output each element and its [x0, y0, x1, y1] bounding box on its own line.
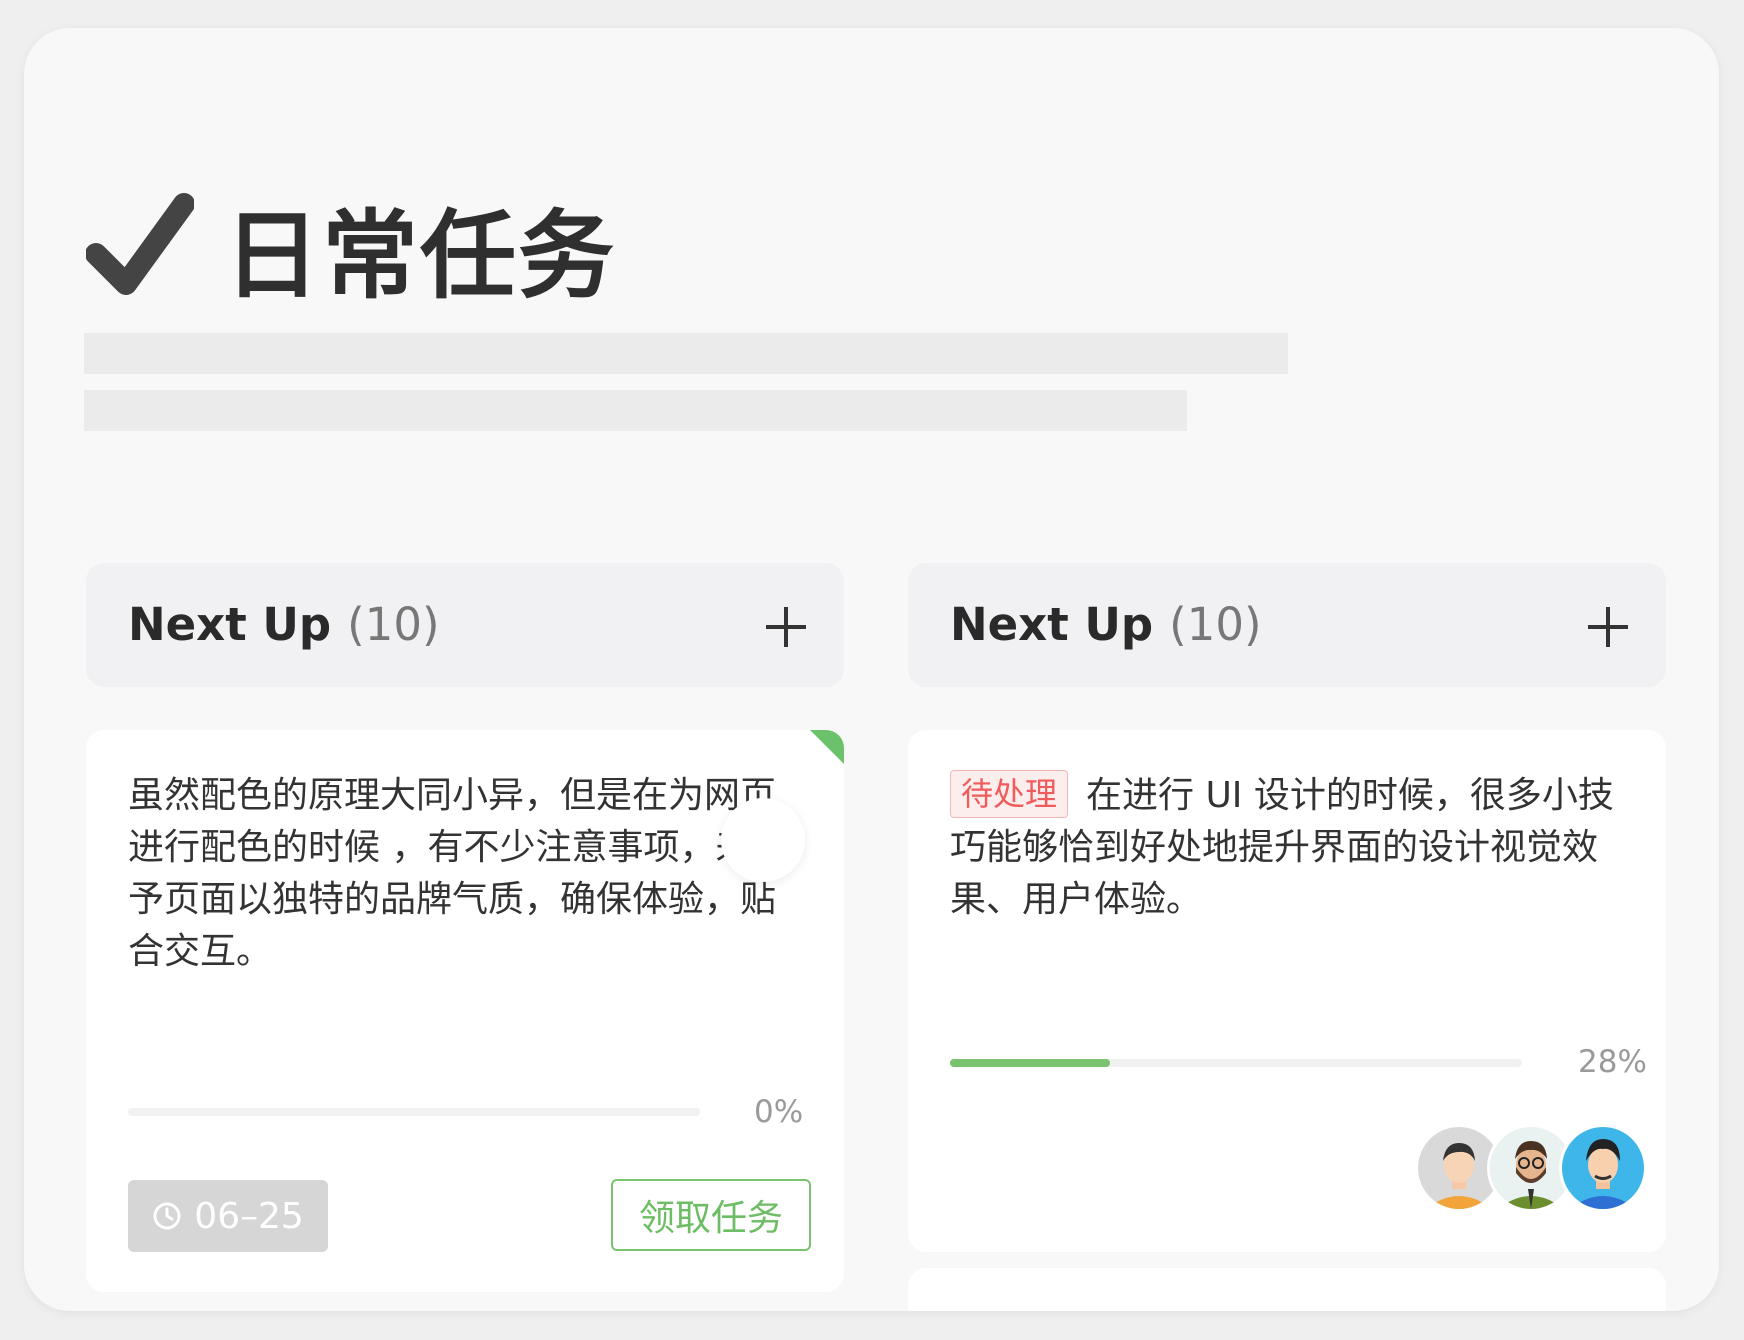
progress-percent: 28% — [1578, 1044, 1647, 1080]
priority-flag — [810, 730, 844, 764]
task-card[interactable] — [908, 1268, 1666, 1311]
task-card[interactable]: 待处理 在进行 UI 设计的时候，很多小技巧能够恰到好处地提升界面的设计视觉效果、… — [908, 730, 1666, 1252]
due-date: 06–25 — [194, 1195, 304, 1237]
column-title: Next Up — [128, 598, 332, 651]
plus-icon[interactable] — [1586, 605, 1630, 649]
task-description-block: 待处理 在进行 UI 设计的时候，很多小技巧能够恰到好处地提升界面的设计视觉效果、… — [950, 770, 1630, 926]
column-count: (10) — [1169, 598, 1262, 651]
progress-percent: 0% — [754, 1094, 804, 1130]
avatar[interactable] — [1490, 1127, 1572, 1209]
avatar[interactable] — [1418, 1127, 1500, 1209]
task-board-panel: 日常任务 Next Up (10) Next Up (10) 虽然配色的原理大同小异… — [24, 28, 1719, 1311]
status-badge: 待处理 — [950, 770, 1069, 818]
progress-fill — [950, 1059, 1111, 1067]
progress-bar — [128, 1108, 700, 1116]
claim-task-button[interactable]: 领取任务 — [611, 1179, 811, 1251]
column-header: Next Up (10) — [908, 563, 1666, 687]
description-placeholder-line — [84, 333, 1288, 374]
clock-icon — [153, 1202, 181, 1230]
plus-icon[interactable] — [764, 605, 808, 649]
due-date-chip: 06–25 — [128, 1180, 328, 1252]
task-card[interactable]: 虽然配色的原理大同小异，但是在为网页进行配色的时候 ，有不少注意事项，来赋予页面… — [86, 730, 844, 1292]
task-description: 虽然配色的原理大同小异，但是在为网页进行配色的时候 ，有不少注意事项，来赋予页面… — [128, 775, 788, 972]
avatar[interactable] — [1562, 1127, 1644, 1209]
assignee-avatars — [1418, 1127, 1644, 1209]
progress-bar — [950, 1059, 1522, 1067]
column-count: (10) — [347, 598, 440, 651]
check-icon — [86, 192, 194, 295]
column-header: Next Up (10) — [86, 563, 844, 687]
column-title: Next Up — [950, 598, 1154, 651]
page-title: 日常任务 — [224, 200, 616, 312]
loading-indicator — [721, 798, 805, 882]
description-placeholder-line — [84, 390, 1187, 431]
title-row: 日常任务 — [86, 178, 616, 317]
